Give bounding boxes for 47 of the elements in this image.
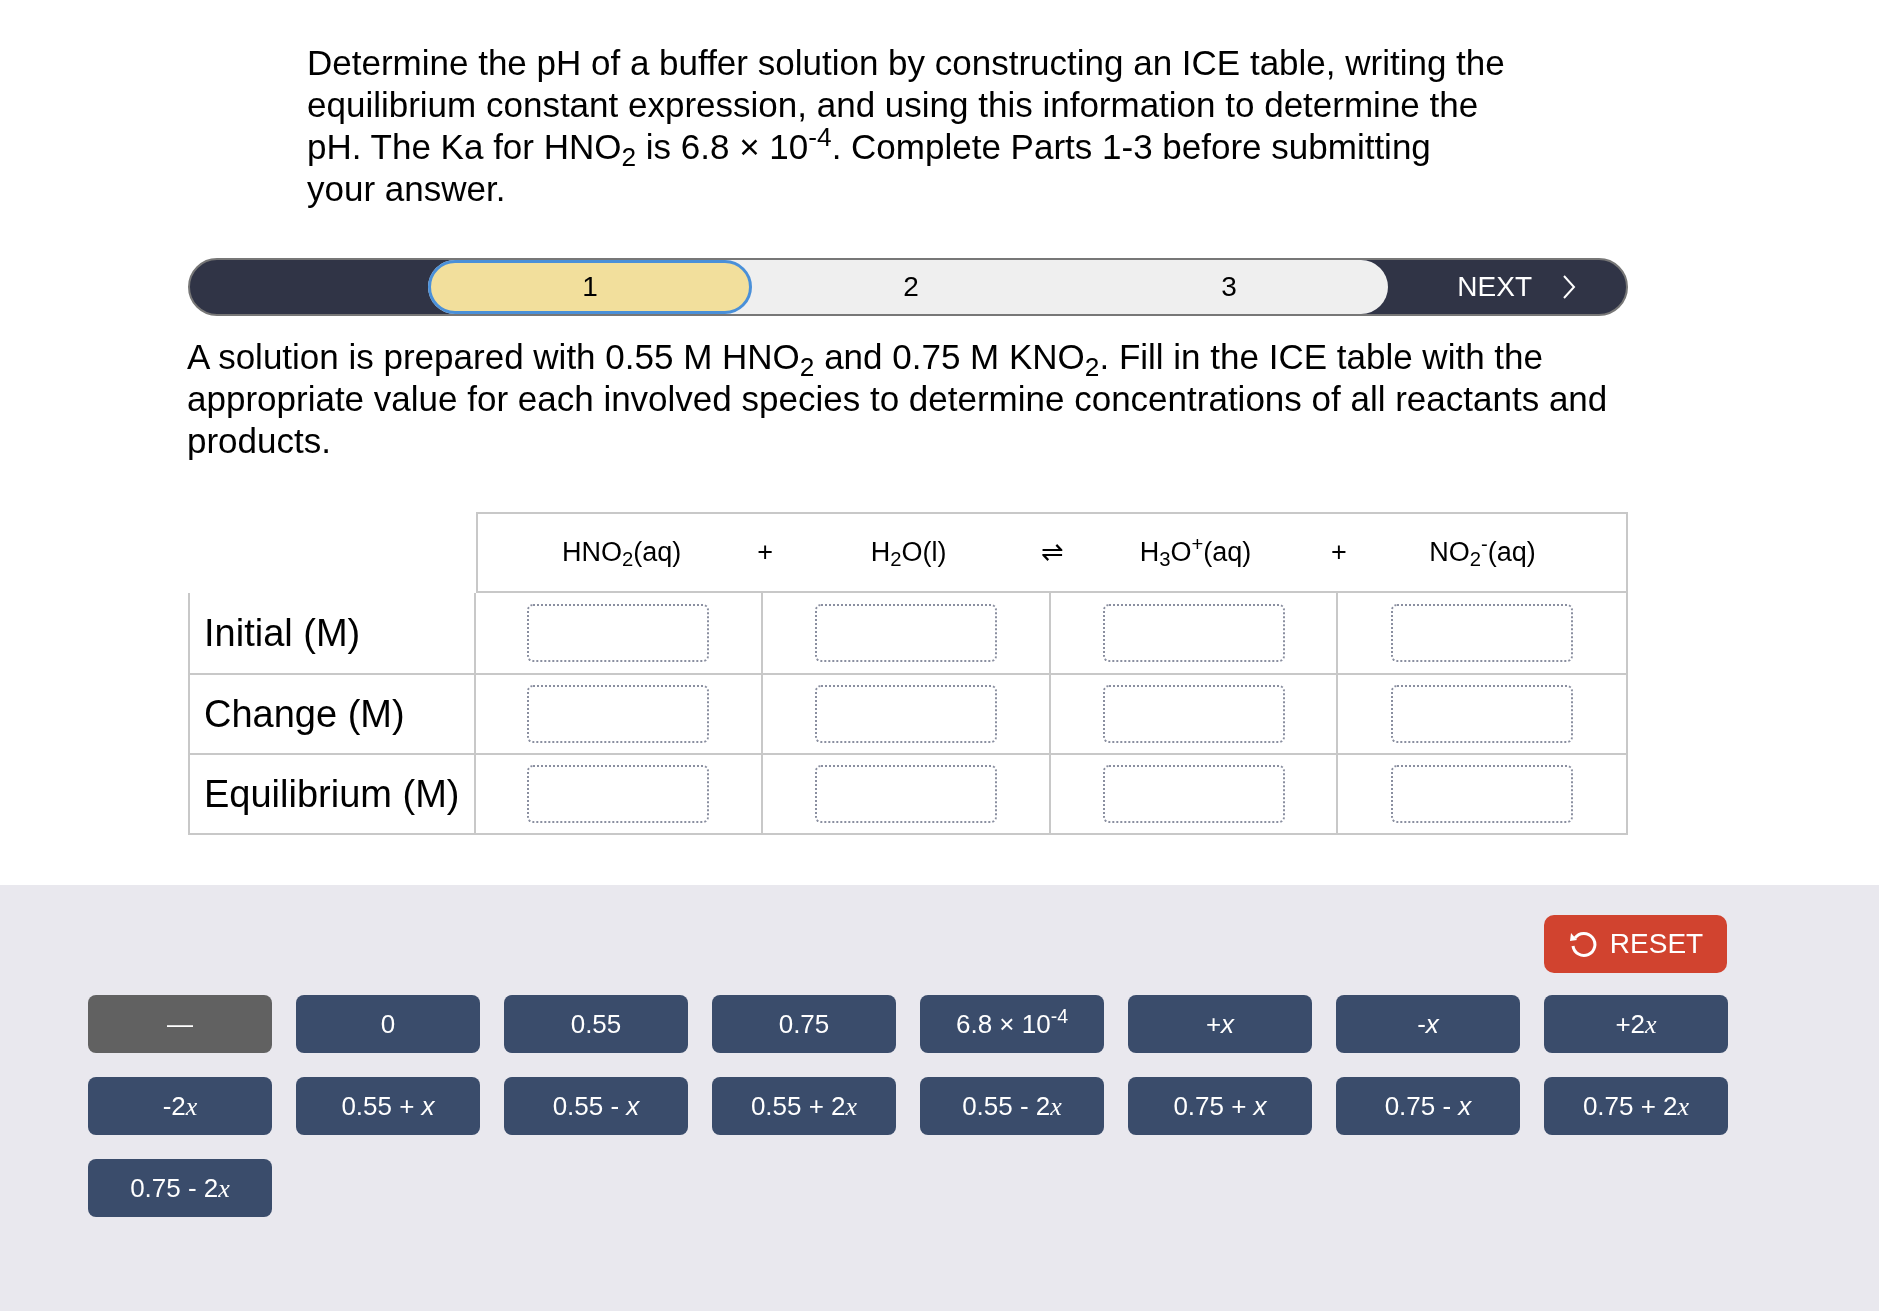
answer-tile[interactable]: 0.55 + 2x <box>712 1077 896 1135</box>
operator-symbol: + <box>757 537 773 568</box>
species-label: H$_{3}$O$^{+}$(aq) <box>1139 537 1252 568</box>
answer-tile[interactable]: 0.75 - x <box>1336 1077 1520 1135</box>
drop-field[interactable] <box>1102 765 1285 823</box>
species-label: NO$_{2}$$^{-}$(aq) <box>1429 537 1536 568</box>
operator-symbol: + <box>1331 537 1347 568</box>
answer-tile[interactable]: 0 <box>296 995 480 1053</box>
operator-symbol: ⇌ <box>1040 537 1064 568</box>
answer-tile[interactable]: 0.55 + x <box>296 1077 480 1135</box>
question-text: A solution is prepared with 0.55 M HNO$_{2}$ and 0.75 M KNO$_{2}$. Fill in the ICE table with the appropriate value for each involved species to determine concentrations of all reactants and products. <box>187 336 1609 462</box>
answer-tile[interactable]: 0.55 - x <box>504 1077 688 1135</box>
drop-field[interactable] <box>527 765 710 823</box>
answer-tile[interactable]: 0.55 - 2x <box>920 1077 1104 1135</box>
step-tab[interactable]: 3 <box>1070 260 1388 314</box>
row-label: Change (M) <box>204 691 405 737</box>
chevron-right-icon <box>1562 274 1576 300</box>
answer-tile[interactable]: 0.75 + 2x <box>1544 1077 1728 1135</box>
answer-tile[interactable]: -x <box>1336 995 1520 1053</box>
drop-field[interactable] <box>1391 604 1574 662</box>
answer-tile[interactable]: 6.8 × 10$^{-4}$ <box>920 995 1104 1053</box>
drop-field[interactable] <box>1391 765 1574 823</box>
step-tab[interactable]: 2 <box>752 260 1070 314</box>
answer-tile[interactable]: -2x <box>88 1077 272 1135</box>
species-label: HNO$_{2}$(aq) <box>561 537 682 568</box>
row-label: Initial (M) <box>204 610 361 656</box>
answer-tile[interactable]: 0.55 <box>504 995 688 1053</box>
drop-field[interactable] <box>1102 685 1285 743</box>
reset-button[interactable]: RESET <box>1544 915 1727 973</box>
answer-tile[interactable]: 0.75 <box>712 995 896 1053</box>
drop-field[interactable] <box>1102 604 1285 662</box>
undo-icon <box>1567 929 1598 959</box>
drop-field[interactable] <box>1391 685 1574 743</box>
species-label: H$_{2}$O(l) <box>870 537 947 568</box>
next-button[interactable]: NEXT <box>1388 260 1626 314</box>
row-label: Equilibrium (M) <box>204 771 460 817</box>
instructions-text: Determine the pH of a buffer solution by constructing an ICE table, writing the equilibrium constant expression, and using this information to determine the pH. The Ka for HNO$_{2}$ is 6.8 × 10$^{-4}$. Complete Parts 1-3 before submitting your answer. <box>307 42 1506 210</box>
answer-tile[interactable]: +2x <box>1544 995 1728 1053</box>
drop-field[interactable] <box>815 765 997 823</box>
drop-field[interactable] <box>815 604 997 662</box>
answer-tile[interactable]: 0.75 - 2x <box>88 1159 272 1217</box>
drop-field[interactable] <box>527 685 710 743</box>
step-tab[interactable]: 1 <box>428 260 752 314</box>
drop-field[interactable] <box>815 685 997 743</box>
drop-field[interactable] <box>527 604 710 662</box>
answer-tile[interactable]: +x <box>1128 995 1312 1053</box>
answer-tile[interactable]: 0.75 + x <box>1128 1077 1312 1135</box>
